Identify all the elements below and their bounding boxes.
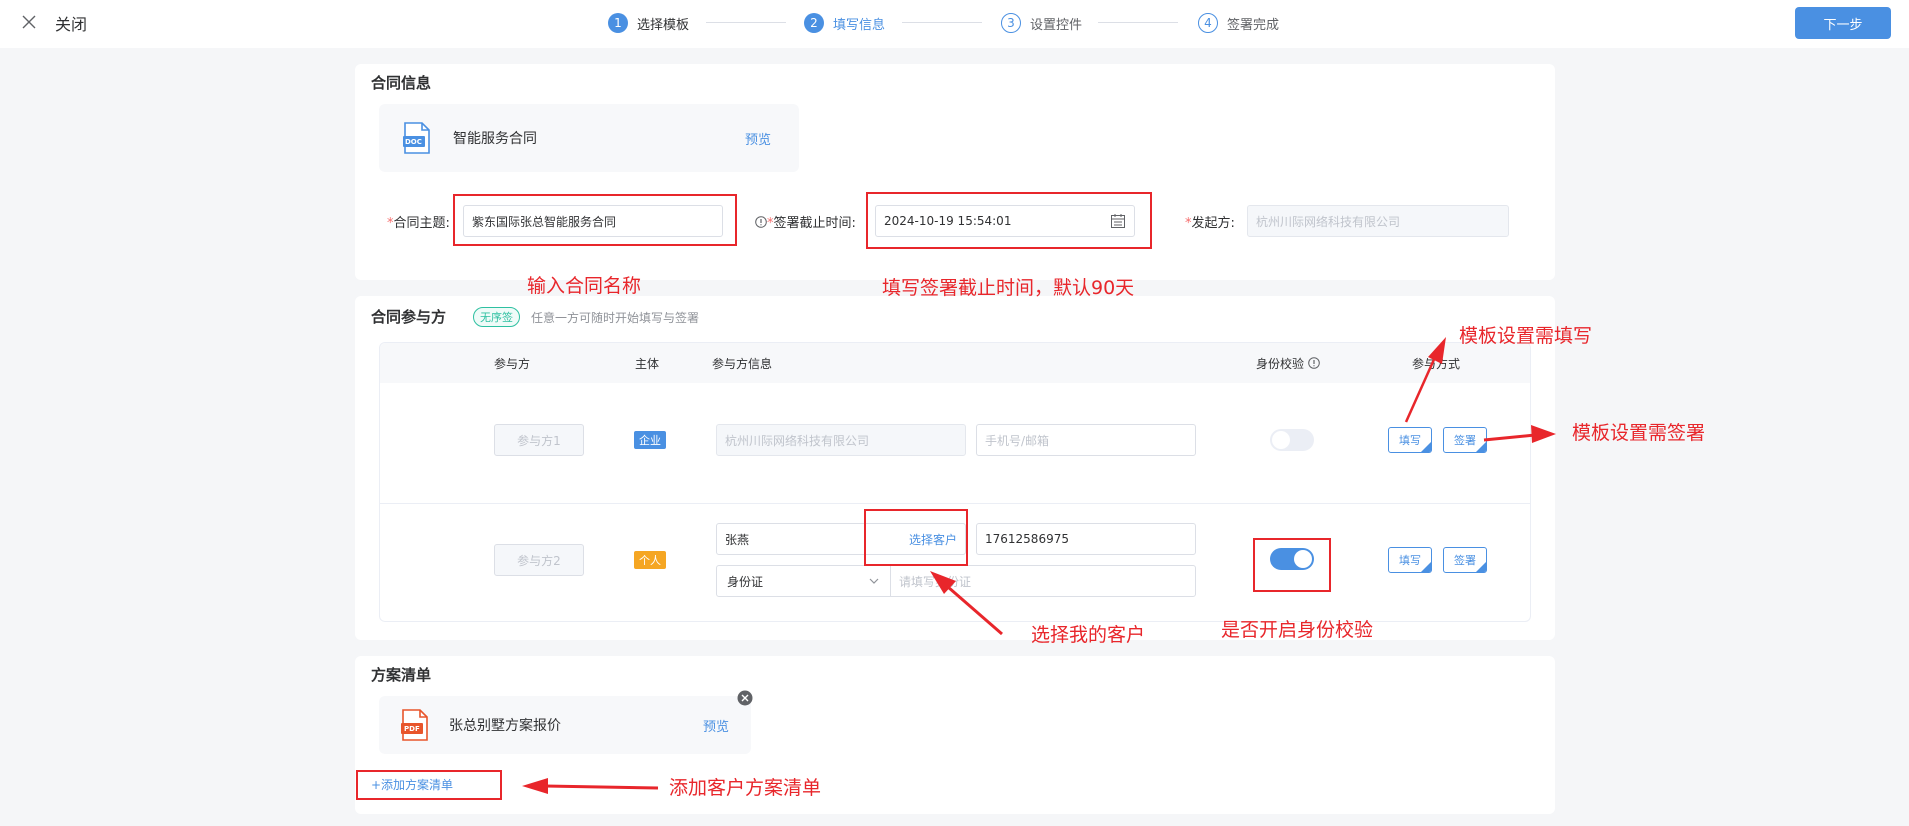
- annotation-box-deadline: [866, 192, 1152, 249]
- preview-link[interactable]: 预览: [745, 129, 771, 148]
- chevron-down-icon: [869, 578, 879, 584]
- deadline-label: *签署截止时间:: [755, 212, 856, 231]
- fill-mode-button[interactable]: 填写: [1388, 547, 1432, 573]
- step-connector: [1098, 22, 1178, 23]
- annotation-box-plan: [356, 770, 502, 800]
- next-step-button[interactable]: 下一步: [1795, 7, 1891, 39]
- unordered-sign-badge: 无序签: [473, 307, 520, 327]
- annotation-id-check: 是否开启身份校验: [1221, 619, 1374, 641]
- fill-mode-button[interactable]: 填写: [1388, 427, 1432, 453]
- step-select-template: 1 选择模板: [608, 12, 689, 34]
- remove-file-icon[interactable]: [737, 690, 753, 706]
- annotation-box-subject: [453, 194, 737, 246]
- file-name: 智能服务合同: [453, 131, 537, 147]
- initiator-label: *发起方:: [1185, 216, 1235, 231]
- step-fill-info: 2 填写信息: [804, 12, 885, 34]
- annotation-plan: 添加客户方案清单: [669, 777, 822, 799]
- contact-input[interactable]: 手机号/邮箱: [976, 424, 1196, 456]
- info-icon: [1308, 357, 1320, 369]
- parties-hint: 任意一方可随时开始填写与签署: [531, 311, 700, 325]
- annotation-subject: 输入合同名称: [527, 275, 642, 297]
- org-input: 杭州川际网络科技有限公司: [716, 424, 966, 456]
- parties-table: 参与方 主体 参与方信息 身份校验 参与方式 参与方1 企业 杭州川际网络科技有…: [379, 342, 1531, 622]
- party-name: 参与方1: [494, 424, 584, 456]
- top-bar: 关闭 1 选择模板 2 填写信息 3 设置控件 4 签署完成 下一步: [0, 0, 1909, 48]
- annotation-deadline: 填写签署截止时间，默认90天: [882, 277, 1135, 299]
- section-title: 合同参与方: [371, 306, 452, 327]
- party-name: 参与方2: [494, 544, 584, 576]
- annotation-box-id-check: [1253, 538, 1331, 592]
- section-title: 方案清单: [371, 664, 437, 685]
- sign-mode-button[interactable]: 签署: [1443, 427, 1487, 453]
- step-set-controls: 3 设置控件: [1001, 12, 1082, 34]
- id-type-select[interactable]: 身份证: [717, 566, 891, 596]
- close-label[interactable]: 关闭: [55, 11, 87, 35]
- step-connector: [706, 22, 786, 23]
- phone-input[interactable]: 17612586975: [976, 523, 1196, 555]
- step-sign-complete: 4 签署完成: [1198, 12, 1279, 34]
- annotation-sign: 模板设置需签署: [1572, 422, 1706, 444]
- subject-label: *合同主题:: [387, 216, 450, 231]
- step-connector: [902, 22, 982, 23]
- entity-tag-person: 个人: [634, 551, 666, 569]
- annotation-customer: 选择我的客户: [1031, 624, 1146, 646]
- sign-mode-button[interactable]: 签署: [1443, 547, 1487, 573]
- id-number-input[interactable]: 请填写身份证: [891, 573, 971, 590]
- file-name: 张总别墅方案报价: [449, 718, 561, 734]
- annotation-box-customer: [864, 509, 968, 566]
- info-icon: [755, 216, 767, 228]
- annotation-fill: 模板设置需填写: [1459, 325, 1593, 347]
- plan-file: PDF 张总别墅方案报价 预览: [379, 696, 751, 754]
- id-group: 身份证 请填写身份证: [716, 565, 1196, 597]
- close-icon[interactable]: [21, 14, 37, 30]
- section-title: 合同信息: [371, 72, 437, 93]
- initiator-input: 杭州川际网络科技有限公司: [1247, 205, 1509, 237]
- preview-link[interactable]: 预览: [703, 716, 729, 735]
- contract-file: DOC 智能服务合同 预览: [379, 104, 799, 172]
- id-check-toggle-off[interactable]: [1270, 429, 1314, 451]
- entity-tag-company: 企业: [634, 431, 666, 449]
- plan-list-card: 方案清单 PDF 张总别墅方案报价 预览 +添加方案清单: [355, 656, 1555, 814]
- table-header: 参与方 主体 参与方信息 身份校验 参与方式: [380, 343, 1530, 383]
- contract-parties-card: 合同参与方 无序签 任意一方可随时开始填写与签署 参与方 主体 参与方信息 身份…: [355, 296, 1555, 640]
